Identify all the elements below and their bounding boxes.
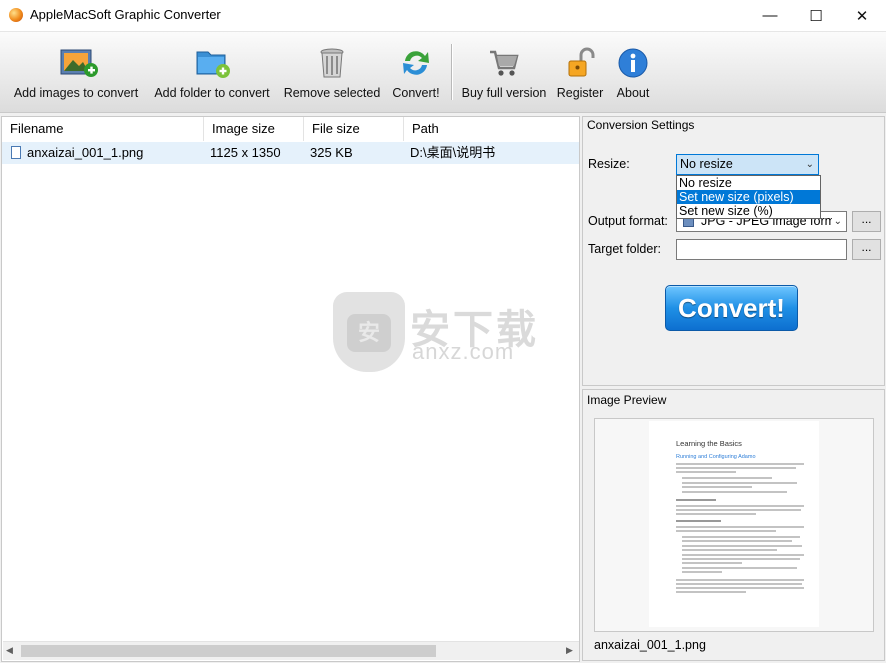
resize-select[interactable]: No resize ⌄ bbox=[676, 154, 819, 175]
column-header-image-size[interactable]: Image size bbox=[204, 117, 304, 141]
title-bar: AppleMacSoft Graphic Converter — ☐ ✕ bbox=[0, 0, 886, 32]
image-preview: Learning the Basics Running and Configur… bbox=[594, 418, 874, 632]
column-header-path[interactable]: Path bbox=[404, 117, 579, 141]
column-header-file-size[interactable]: File size bbox=[304, 117, 404, 141]
conversion-settings-title: Conversion Settings bbox=[587, 118, 695, 132]
horizontal-scrollbar[interactable]: ◀ ▶ bbox=[3, 641, 579, 660]
output-format-options-button[interactable]: ... bbox=[852, 211, 881, 232]
resize-option[interactable]: No resize bbox=[677, 176, 820, 190]
add-images-button[interactable]: Add images to convert bbox=[8, 32, 144, 112]
scroll-right-icon[interactable]: ▶ bbox=[566, 645, 573, 656]
about-label: About bbox=[616, 86, 650, 100]
chevron-down-icon: ⌄ bbox=[831, 212, 842, 231]
row-filename: anxaizai_001_1.png bbox=[27, 145, 144, 160]
resize-option[interactable]: Set new size (pixels) bbox=[677, 190, 820, 204]
add-folder-button[interactable]: Add folder to convert bbox=[148, 32, 276, 112]
register-button[interactable]: Register bbox=[552, 32, 608, 112]
watermark-logo: 安 bbox=[333, 292, 405, 372]
minimize-icon: — bbox=[762, 7, 778, 24]
convert-arrows-icon bbox=[399, 46, 433, 80]
row-file-size: 325 KB bbox=[310, 145, 353, 160]
watermark-subtext: anxz.com bbox=[412, 339, 515, 364]
row-image-size: 1125 x 1350 bbox=[210, 145, 281, 160]
resize-label: Resize: bbox=[588, 157, 630, 171]
file-list[interactable]: Filename Image size File size Path anxai… bbox=[1, 116, 580, 662]
close-button[interactable]: ✕ bbox=[839, 0, 885, 31]
chevron-down-icon: ⌄ bbox=[805, 159, 814, 170]
convert-button[interactable]: Convert! bbox=[665, 285, 798, 331]
info-icon bbox=[616, 46, 650, 80]
output-format-label: Output format: bbox=[588, 214, 668, 228]
minimize-button[interactable]: — bbox=[747, 0, 793, 31]
shopping-cart-icon bbox=[487, 46, 521, 80]
preview-filename: anxaizai_001_1.png bbox=[594, 638, 706, 652]
row-path: D:\桌面\说明书 bbox=[410, 145, 496, 160]
add-folder-label: Add folder to convert bbox=[154, 86, 270, 100]
scrollbar-thumb[interactable] bbox=[21, 645, 436, 657]
target-folder-input[interactable] bbox=[676, 239, 847, 260]
convert-toolbar-button[interactable]: Convert! bbox=[386, 32, 446, 112]
remove-selected-label: Remove selected bbox=[283, 86, 381, 100]
about-button[interactable]: About bbox=[610, 32, 656, 112]
column-header-filename[interactable]: Filename bbox=[2, 117, 204, 141]
toolbar-separator bbox=[451, 44, 452, 100]
app-icon bbox=[9, 8, 23, 22]
resize-option[interactable]: Set new size (%) bbox=[677, 204, 820, 218]
image-preview-title: Image Preview bbox=[587, 393, 667, 407]
maximize-icon: ☐ bbox=[809, 7, 823, 25]
add-folder-icon bbox=[195, 46, 230, 80]
trash-icon bbox=[315, 46, 349, 80]
buy-full-version-label: Buy full version bbox=[461, 86, 547, 100]
remove-selected-button[interactable]: Remove selected bbox=[282, 32, 382, 112]
scroll-left-icon[interactable]: ◀ bbox=[6, 645, 13, 656]
convert-toolbar-label: Convert! bbox=[392, 86, 440, 100]
add-images-icon bbox=[59, 46, 98, 80]
close-icon: ✕ bbox=[855, 7, 869, 25]
window-title: AppleMacSoft Graphic Converter bbox=[30, 7, 221, 22]
buy-full-version-button[interactable]: Buy full version bbox=[458, 32, 550, 112]
table-row[interactable]: anxaizai_001_1.png 1125 x 1350 325 KB D:… bbox=[2, 142, 579, 164]
resize-dropdown-list: No resize Set new size (pixels) Set new … bbox=[676, 175, 821, 219]
doc-title: Learning the Basics bbox=[676, 439, 742, 448]
target-folder-browse-button[interactable]: ... bbox=[852, 239, 881, 260]
doc-heading: Running and Configuring Adamo bbox=[676, 454, 756, 460]
register-label: Register bbox=[556, 86, 604, 100]
document-page-thumbnail: Learning the Basics Running and Configur… bbox=[649, 421, 819, 627]
add-images-label: Add images to convert bbox=[13, 86, 139, 100]
file-icon bbox=[11, 146, 21, 159]
target-folder-label: Target folder: bbox=[588, 242, 661, 256]
maximize-button[interactable]: ☐ bbox=[793, 0, 839, 31]
lock-icon bbox=[563, 46, 597, 80]
resize-selected-value: No resize bbox=[680, 157, 733, 171]
